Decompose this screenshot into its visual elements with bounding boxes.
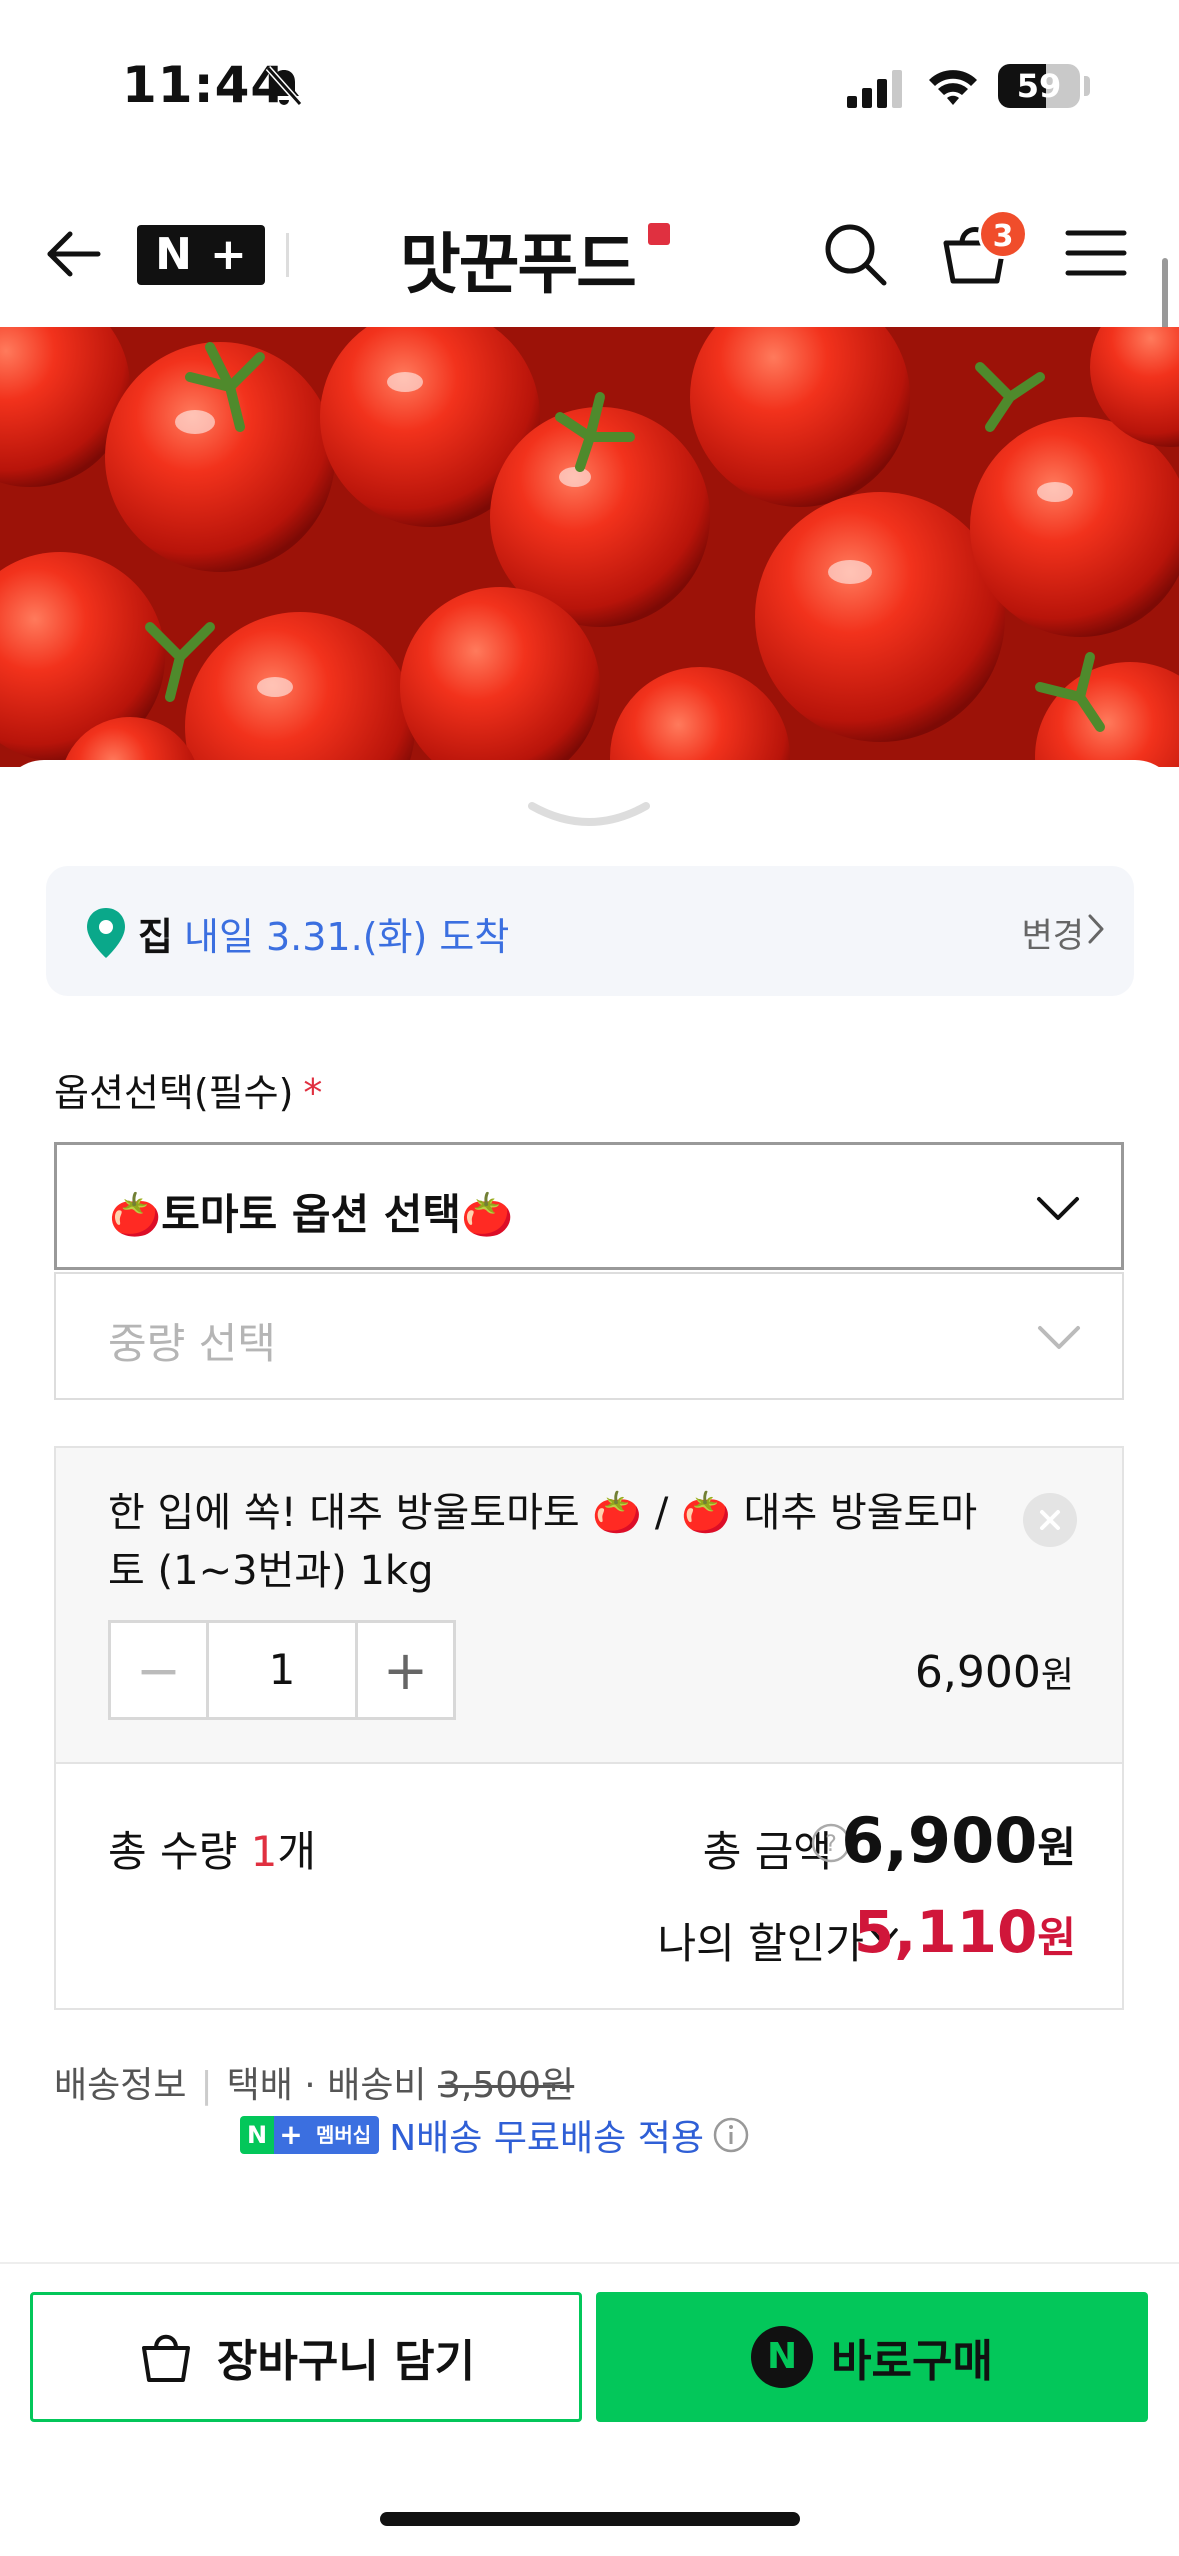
delivery-home-label: 집 xyxy=(138,915,173,959)
shopping-bag-icon xyxy=(141,2334,190,2382)
item-price-currency: 원 xyxy=(1040,1655,1074,1696)
add-to-cart-button[interactable]: 장바구니 담기 xyxy=(30,2292,582,2422)
chevron-right-icon[interactable] xyxy=(1086,912,1106,946)
option-section-title: 옵션선택(필수) * xyxy=(54,1062,322,1117)
discount-amount-currency: 원 xyxy=(1037,1913,1076,1962)
store-name[interactable]: 맛꾼푸드 xyxy=(400,211,637,307)
bell-slash-icon xyxy=(265,66,303,106)
battery-indicator: 59 xyxy=(998,64,1080,108)
total-amount-currency: 원 xyxy=(1037,1823,1076,1872)
shipping-separator: | xyxy=(200,2065,213,2106)
total-quantity-prefix: 총 수량 xyxy=(108,1827,251,1876)
weight-option-placeholder: 중량 선택 xyxy=(108,1319,276,1368)
delivery-arrival-date: 내일 3.31.(화) 도착 xyxy=(184,915,510,959)
info-icon[interactable] xyxy=(712,2116,750,2154)
discount-amount: 5,110원 xyxy=(854,1898,1076,1966)
tomato-option-value: 🍅토마토 옵션 선택🍅 xyxy=(109,1190,514,1239)
free-shipping-text: N배송 무료배송 적용 xyxy=(389,2118,704,2159)
buy-now-button[interactable]: N 바로구매 xyxy=(596,2292,1148,2422)
total-summary: 총 수량 1개 총 금액 ? 6,900원 나의 할인가 5,110원 xyxy=(54,1762,1124,2010)
delivery-address-box: 집 내일 3.31.(화) 도착 변경 xyxy=(46,866,1134,996)
total-quantity-suffix: 개 xyxy=(277,1827,316,1876)
close-icon[interactable] xyxy=(1022,1492,1078,1548)
shipping-info-label: 배송정보 xyxy=(54,2065,187,2106)
membership-badge-text: 멤버십 xyxy=(308,2116,380,2154)
add-to-cart-label: 장바구니 담기 xyxy=(216,2336,476,2387)
increase-quantity-button[interactable]: + xyxy=(355,1623,453,1717)
total-quantity: 총 수량 1개 xyxy=(108,1818,316,1879)
cart-count-badge: 3 xyxy=(978,209,1028,259)
sheet-collapse-handle-icon[interactable] xyxy=(526,798,652,834)
product-image xyxy=(0,327,1179,767)
shipping-method: 택배 · 배송비 xyxy=(226,2065,427,2106)
selected-item-name: 한 입에 쏙! 대추 방울토마토 🍅 / 🍅 대추 방울토마토 (1~3번과) … xyxy=(108,1490,978,1594)
nplus-membership-badge: N + 멤버십 xyxy=(240,2116,380,2154)
chevron-down-icon xyxy=(1037,1197,1079,1220)
tomato-option-select[interactable]: 🍅토마토 옵션 선택🍅 xyxy=(54,1142,1124,1270)
total-quantity-value: 1 xyxy=(250,1827,278,1876)
top-header: N + 맛꾼푸드 3 xyxy=(0,185,1179,325)
battery-percent: 59 xyxy=(1016,67,1062,105)
nplus-logo-plus: + xyxy=(209,229,247,280)
wifi-icon xyxy=(929,70,977,105)
store-badge-icon xyxy=(648,223,670,245)
discount-price-toggle[interactable]: 나의 할인가 xyxy=(657,1910,864,1971)
membership-free-shipping: N + 멤버십 N배송 무료배송 적용 xyxy=(240,2112,750,2159)
quantity-stepper: − 1 + xyxy=(108,1620,456,1720)
shipping-info-row: 배송정보 | 택배 · 배송비 3,500원 xyxy=(54,2056,574,2108)
quantity-value[interactable]: 1 xyxy=(209,1623,355,1717)
required-mark: * xyxy=(303,1071,323,1115)
naver-pay-icon: N xyxy=(751,2326,814,2388)
home-indicator[interactable] xyxy=(380,2512,800,2526)
membership-badge-plus: + xyxy=(274,2116,308,2154)
discount-amount-value: 5,110 xyxy=(853,1898,1038,1966)
membership-badge-n: N xyxy=(240,2116,274,2154)
selected-item-price: 6,900원 xyxy=(915,1646,1074,1698)
buy-now-label: 바로구매 xyxy=(831,2336,993,2387)
total-amount: 6,900원 xyxy=(841,1804,1076,1877)
svg-text:?: ? xyxy=(825,1832,837,1857)
search-icon[interactable] xyxy=(818,217,892,291)
status-bar: 11:44 59 xyxy=(0,0,1179,160)
weight-option-select[interactable]: 중량 선택 xyxy=(54,1272,1124,1400)
shipping-fee-original: 3,500원 xyxy=(438,2065,575,2106)
decrease-quantity-button[interactable]: − xyxy=(111,1623,209,1717)
option-sheet: 집 내일 3.31.(화) 도착 변경 옵션선택(필수) * 🍅토마토 옵션 선택… xyxy=(0,760,1179,2556)
selected-item-card: 한 입에 쏙! 대추 방울토마토 🍅 / 🍅 대추 방울토마토 (1~3번과) … xyxy=(54,1446,1124,1764)
change-address-link[interactable]: 변경 xyxy=(1021,908,1084,957)
bottom-divider xyxy=(0,2262,1179,2264)
total-amount-value: 6,900 xyxy=(841,1804,1038,1877)
signal-icon xyxy=(847,70,902,108)
item-price-value: 6,900 xyxy=(914,1647,1041,1698)
menu-icon[interactable] xyxy=(1064,223,1128,283)
chevron-down-icon xyxy=(1038,1326,1080,1349)
back-arrow-icon[interactable] xyxy=(40,220,108,288)
nplus-logo-n: N xyxy=(155,229,192,280)
battery-cap xyxy=(1084,76,1090,96)
header-divider xyxy=(286,233,289,277)
option-title-text: 옵션선택(필수) xyxy=(54,1071,294,1115)
nplus-logo[interactable]: N + xyxy=(137,225,265,285)
location-pin-icon xyxy=(87,908,125,958)
